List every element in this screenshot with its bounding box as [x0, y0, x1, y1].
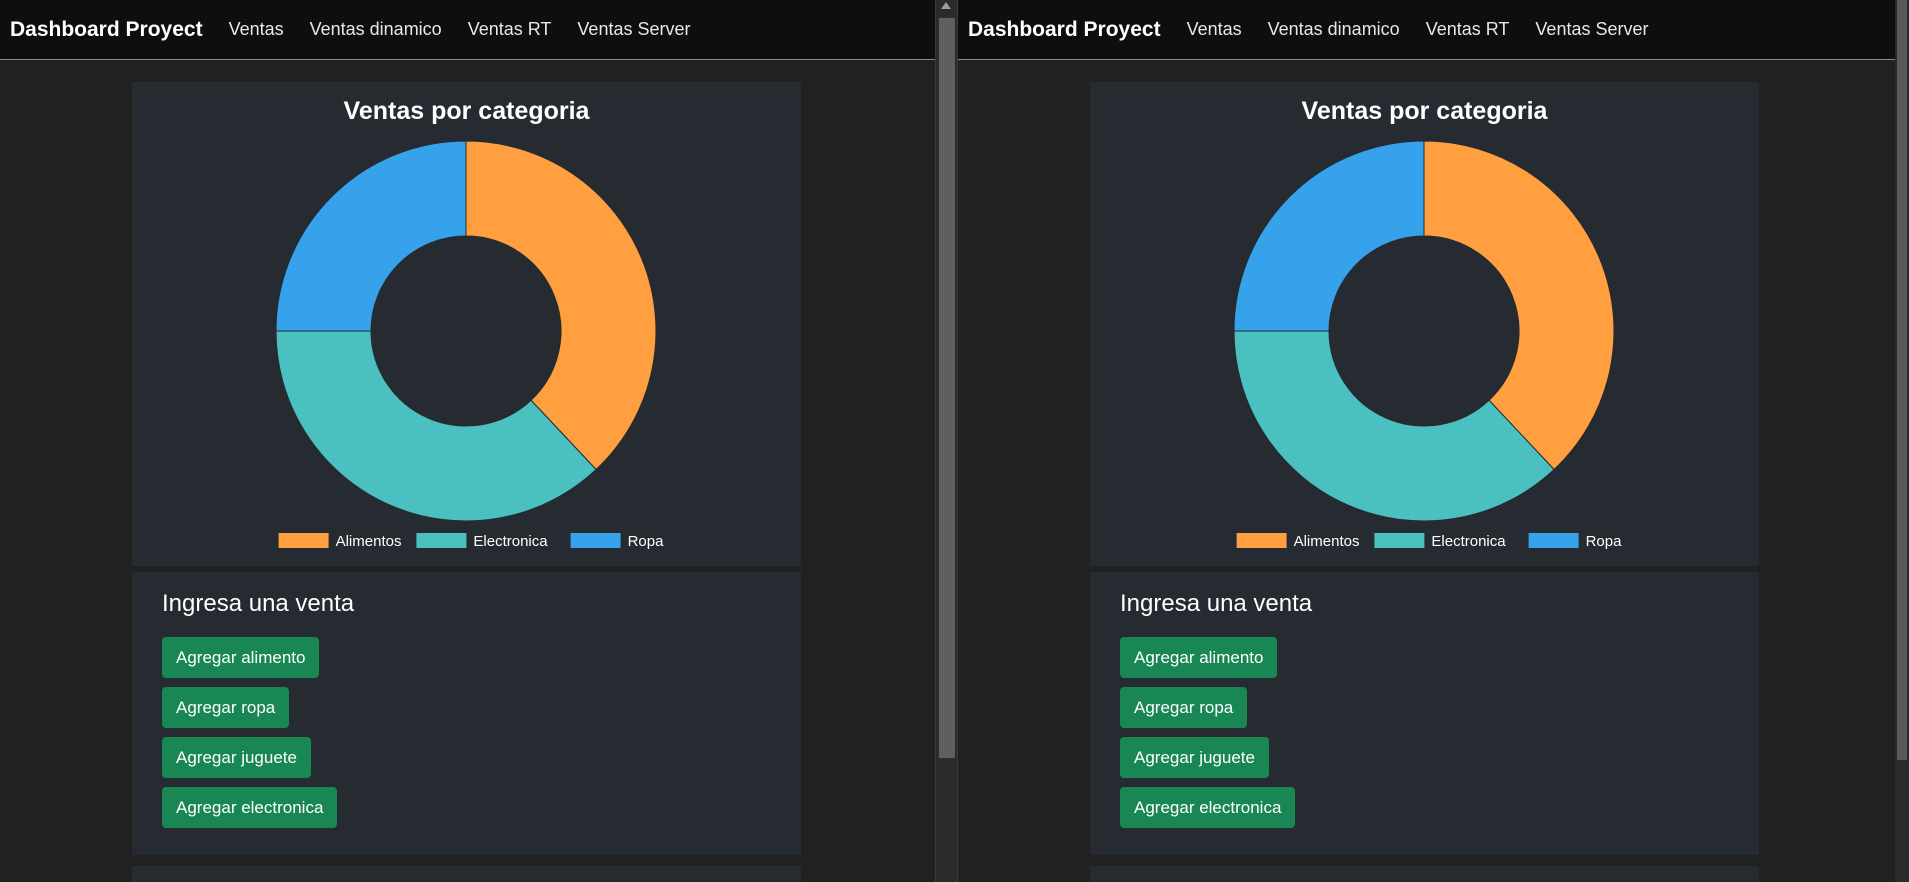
- slice-electronica[interactable]: [1233, 330, 1555, 522]
- legend-swatch: [1528, 533, 1579, 548]
- add-toy-button[interactable]: Agregar juguete: [1120, 737, 1269, 778]
- legend-swatch: [416, 533, 467, 548]
- nav-link-ventas-rt[interactable]: Ventas RT: [468, 19, 552, 40]
- doughnut-chart: Alimentos Electronica Ropa: [1233, 140, 1623, 550]
- add-electronics-button[interactable]: Agregar electronica: [1120, 787, 1296, 828]
- legend-item-electronica[interactable]: Electronica: [1374, 533, 1506, 550]
- next-card: [132, 866, 801, 882]
- legend-swatch: [1236, 533, 1287, 548]
- nav-link-ventas-dinamico[interactable]: Ventas dinamico: [310, 19, 442, 40]
- legend-item-alimentos[interactable]: Alimentos: [1236, 533, 1360, 550]
- nav-link-ventas[interactable]: Ventas: [229, 19, 284, 40]
- chart-card: Ventas por categoria Alimentos Electronic…: [1090, 82, 1759, 566]
- navbar: Dashboard Proyect Ventas Ventas dinamico…: [0, 0, 935, 60]
- scroll-up-icon[interactable]: [941, 2, 951, 9]
- sale-form-card: Ingresa una venta Agregar alimento Agreg…: [132, 572, 801, 855]
- legend-label: Electronica: [1431, 533, 1506, 550]
- add-electronics-button[interactable]: Agregar electronica: [162, 787, 338, 828]
- left-window: Dashboard Proyect Ventas Ventas dinamico…: [0, 0, 935, 882]
- legend-item-alimentos[interactable]: Alimentos: [278, 533, 402, 550]
- legend-label: Ropa: [628, 533, 665, 550]
- nav-link-ventas-rt[interactable]: Ventas RT: [1426, 19, 1510, 40]
- legend-item-ropa[interactable]: Ropa: [1528, 533, 1623, 550]
- navbar-brand[interactable]: Dashboard Proyect: [10, 18, 203, 42]
- navbar: Dashboard Proyect Ventas Ventas dinamico…: [958, 0, 1895, 60]
- right-window: Dashboard Proyect Ventas Ventas dinamico…: [958, 0, 1895, 882]
- nav-link-ventas-dinamico[interactable]: Ventas dinamico: [1268, 19, 1400, 40]
- next-card: [1090, 866, 1759, 882]
- right-scrollbar[interactable]: [1895, 0, 1909, 882]
- nav-link-ventas-server[interactable]: Ventas Server: [1535, 19, 1648, 40]
- slice-ropa[interactable]: [1233, 140, 1425, 332]
- slice-alimentos[interactable]: [465, 140, 657, 471]
- add-clothes-button[interactable]: Agregar ropa: [162, 687, 290, 728]
- legend-label: Alimentos: [336, 533, 402, 550]
- legend-item-electronica[interactable]: Electronica: [416, 533, 548, 550]
- window-divider-scrollbar[interactable]: [935, 0, 958, 882]
- legend-item-ropa[interactable]: Ropa: [570, 533, 665, 550]
- legend-swatch: [1374, 533, 1425, 548]
- form-title: Ingresa una venta: [1120, 590, 1313, 617]
- slice-electronica[interactable]: [275, 330, 597, 522]
- add-toy-button[interactable]: Agregar juguete: [162, 737, 311, 778]
- form-title: Ingresa una venta: [162, 590, 355, 617]
- slice-alimentos[interactable]: [1423, 140, 1615, 471]
- legend-label: Electronica: [473, 533, 548, 550]
- chart-card: Ventas por categoria Alimentos Electronic…: [132, 82, 801, 566]
- legend-swatch: [570, 533, 621, 548]
- legend-label: Ropa: [1586, 533, 1623, 550]
- sale-form-card: Ingresa una venta Agregar alimento Agreg…: [1090, 572, 1759, 855]
- doughnut-chart: Alimentos Electronica Ropa: [275, 140, 665, 550]
- scrollbar-thumb[interactable]: [1897, 0, 1907, 760]
- scrollbar-thumb[interactable]: [939, 18, 955, 758]
- navbar-brand[interactable]: Dashboard Proyect: [968, 18, 1161, 42]
- add-clothes-button[interactable]: Agregar ropa: [1120, 687, 1248, 728]
- add-food-button[interactable]: Agregar alimento: [1120, 637, 1278, 678]
- legend-swatch: [278, 533, 329, 548]
- slice-ropa[interactable]: [275, 140, 467, 332]
- add-food-button[interactable]: Agregar alimento: [162, 637, 320, 678]
- nav-link-ventas[interactable]: Ventas: [1187, 19, 1242, 40]
- nav-link-ventas-server[interactable]: Ventas Server: [577, 19, 690, 40]
- legend-label: Alimentos: [1294, 533, 1360, 550]
